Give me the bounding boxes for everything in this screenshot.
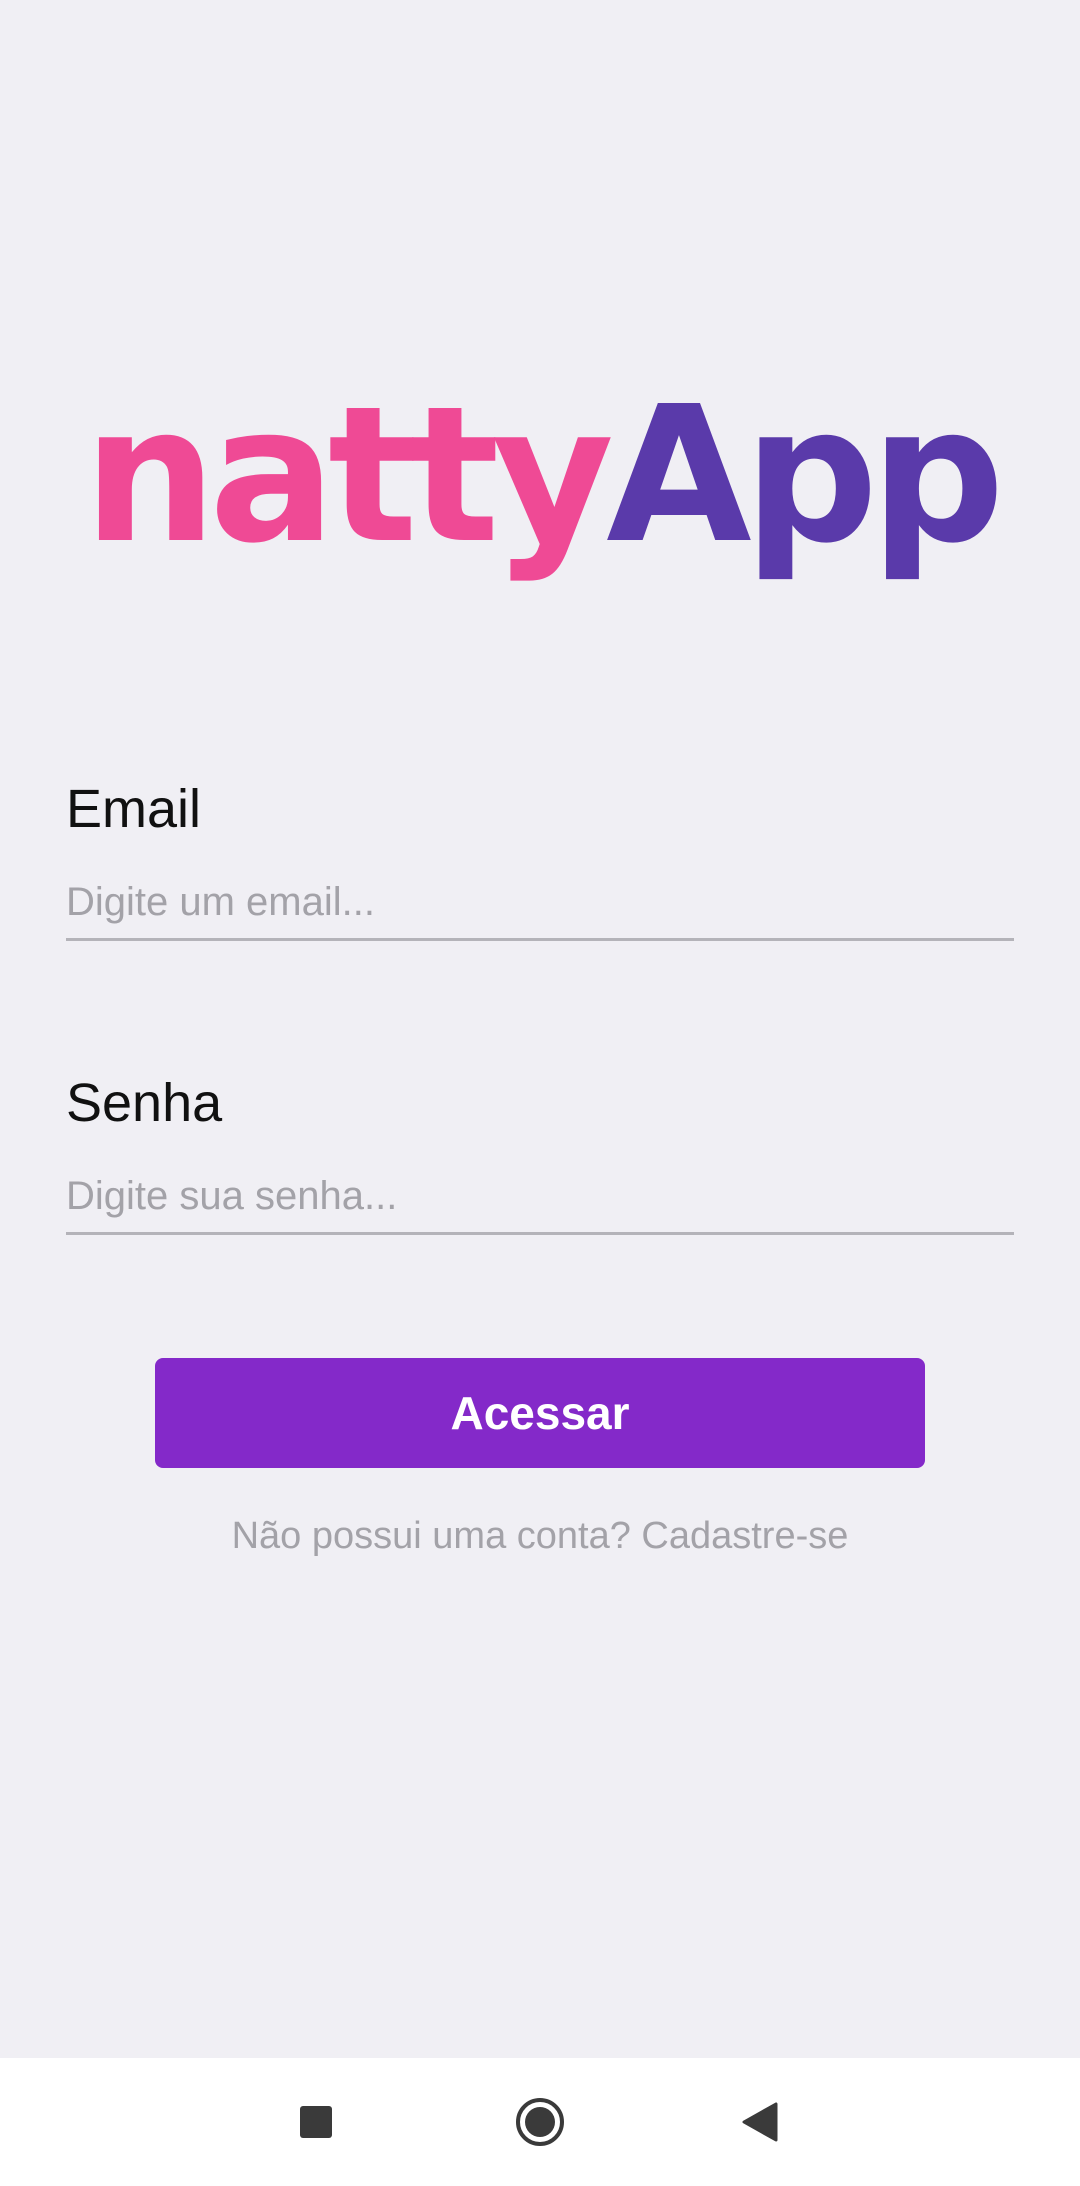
email-field[interactable] [66, 866, 1014, 941]
logo-text-natty: natty [83, 366, 614, 585]
home-button[interactable] [480, 2058, 600, 2186]
circle-home-icon [516, 2098, 564, 2146]
square-icon [300, 2106, 332, 2138]
recents-button[interactable] [256, 2058, 376, 2186]
app-logo: nattyApp [0, 376, 1080, 576]
signup-link[interactable]: Não possui uma conta? Cadastre-se [0, 1508, 1080, 1564]
back-button[interactable] [700, 2058, 820, 2186]
password-field[interactable] [66, 1160, 1014, 1235]
logo-text-app: App [606, 366, 1005, 585]
back-triangle-icon [742, 2102, 778, 2142]
password-label: Senha [66, 1073, 223, 1133]
email-label: Email [66, 779, 202, 839]
system-navigation-bar [0, 2058, 1080, 2186]
login-button[interactable]: Acessar [155, 1358, 925, 1468]
